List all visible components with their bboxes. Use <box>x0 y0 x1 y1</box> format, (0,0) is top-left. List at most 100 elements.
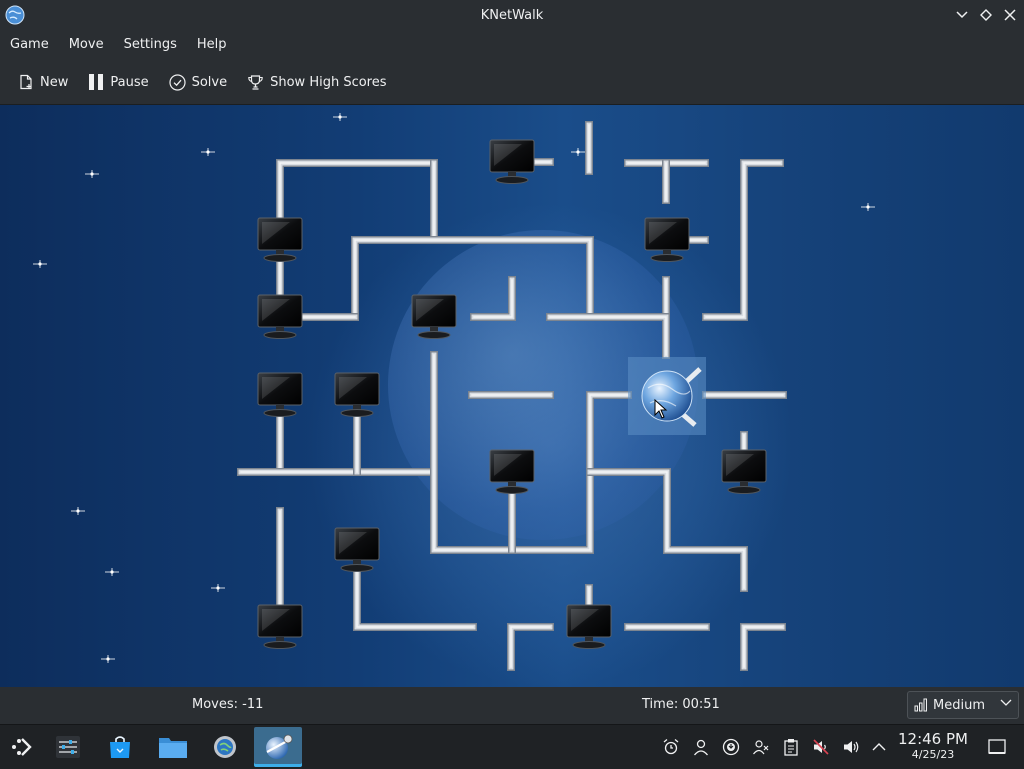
difficulty-select[interactable]: Medium <box>907 691 1019 719</box>
network-grid <box>33 113 875 671</box>
elapsed-time: Time: 00:51 <box>642 697 720 712</box>
computer-node <box>721 449 767 494</box>
chevron-down-icon <box>1000 699 1012 706</box>
user-icon <box>693 739 709 756</box>
user-tray-icon[interactable] <box>690 736 712 758</box>
taskbar: 12:46 PM 4/25/23 <box>0 724 1024 769</box>
pipe-segment <box>702 159 784 321</box>
muted-speaker-icon <box>813 739 829 755</box>
menu-move[interactable]: Move <box>59 30 114 60</box>
microphone-tray-icon[interactable] <box>810 736 832 758</box>
computer-node <box>334 372 380 417</box>
new-button[interactable]: New <box>10 65 76 99</box>
computer-node <box>257 294 303 339</box>
computer-node <box>257 372 303 417</box>
pipe-segment <box>740 623 786 671</box>
pause-icon <box>89 74 104 90</box>
maximize-button[interactable] <box>976 5 996 25</box>
shopping-bag-icon <box>110 736 130 758</box>
pipe-segment <box>351 236 594 321</box>
users-icon <box>753 740 769 755</box>
dolphin-taskbar-button[interactable] <box>153 727 193 767</box>
pipe-segment <box>353 546 477 631</box>
computer-node <box>644 217 690 262</box>
pipe-segment <box>470 276 516 321</box>
star <box>85 170 99 178</box>
discover-taskbar-button[interactable] <box>100 727 140 767</box>
knetwalk-app-icon <box>5 5 25 25</box>
computer-node <box>489 139 535 184</box>
updates-tray-icon[interactable] <box>720 736 742 758</box>
check-circle-icon <box>168 73 186 91</box>
desktop-icon <box>988 739 1006 754</box>
server-node <box>628 357 706 435</box>
menu-game[interactable]: Game <box>0 30 59 60</box>
computer-node <box>489 449 535 494</box>
toolbar: New Pause Solve Show High Scores <box>0 60 1024 105</box>
minimize-button[interactable] <box>952 5 972 25</box>
close-icon <box>1004 9 1016 21</box>
moves-counter: Moves: -11 <box>192 697 264 712</box>
star <box>71 507 85 515</box>
update-icon <box>722 738 740 756</box>
show-hidden-icons-button[interactable] <box>868 736 890 758</box>
kde-connect-tray-icon[interactable] <box>750 736 772 758</box>
menu-settings[interactable]: Settings <box>114 30 187 60</box>
diamond-icon <box>980 9 992 21</box>
alarm-icon <box>663 739 679 755</box>
volume-tray-icon[interactable] <box>840 736 862 758</box>
bar-chart-icon <box>914 698 927 712</box>
computer-node <box>334 527 380 572</box>
title-bar: KNetWalk <box>0 0 1024 30</box>
clipboard-tray-icon[interactable] <box>780 736 802 758</box>
chevron-up-icon <box>872 743 886 751</box>
show-high-scores-label: Show High Scores <box>270 74 387 90</box>
game-board[interactable] <box>0 105 1024 687</box>
star <box>105 568 119 576</box>
computer-node <box>411 294 457 339</box>
chevron-down-icon <box>956 11 968 19</box>
star <box>333 113 347 121</box>
pipe-segment <box>586 468 748 592</box>
star <box>861 203 875 211</box>
show-desktop-button[interactable] <box>986 736 1008 758</box>
show-high-scores-button[interactable]: Show High Scores <box>239 65 394 99</box>
gear-globe-icon <box>214 736 236 758</box>
new-label: New <box>40 74 69 90</box>
computer-node <box>566 604 612 649</box>
digital-clock[interactable]: 12:46 PM 4/25/23 <box>896 731 970 762</box>
sliders-icon <box>56 736 80 758</box>
star <box>33 260 47 268</box>
folder-icon <box>159 738 187 758</box>
status-bar: Moves: -11 Time: 00:51 Medium <box>0 687 1024 724</box>
computer-node <box>257 217 303 262</box>
launcher-icon <box>12 738 32 756</box>
clock-time: 12:46 PM <box>898 730 968 748</box>
pause-button[interactable]: Pause <box>80 65 156 99</box>
close-button[interactable] <box>1000 5 1020 25</box>
trophy-icon <box>248 74 263 90</box>
new-document-icon <box>20 74 32 90</box>
difficulty-value: Medium <box>933 697 985 713</box>
browser-taskbar-button[interactable] <box>205 727 245 767</box>
pause-label: Pause <box>110 74 149 90</box>
star <box>211 584 225 592</box>
application-launcher-button[interactable] <box>2 727 42 767</box>
menu-bar: Game Move Settings Help <box>0 30 1024 60</box>
notifications-tray-icon[interactable] <box>660 736 682 758</box>
solve-label: Solve <box>191 74 228 90</box>
clock-date: 4/25/23 <box>911 748 955 761</box>
computer-node <box>257 604 303 649</box>
clipboard-icon <box>784 739 798 756</box>
menu-help[interactable]: Help <box>187 30 237 60</box>
solve-button[interactable]: Solve <box>161 65 236 99</box>
system-settings-taskbar-button[interactable] <box>48 727 88 767</box>
speaker-icon <box>844 741 859 753</box>
knetwalk-icon <box>266 734 293 759</box>
pipe-segment <box>507 623 554 671</box>
star <box>201 148 215 156</box>
window-title: KNetWalk <box>480 7 544 23</box>
knetwalk-taskbar-button[interactable] <box>254 727 302 767</box>
star <box>571 148 585 156</box>
star <box>101 655 115 663</box>
